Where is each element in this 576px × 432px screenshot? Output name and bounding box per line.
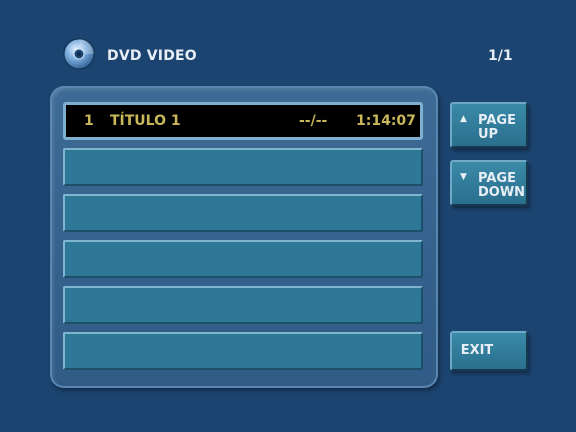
- title-row-2[interactable]: [63, 148, 423, 186]
- page-up-button[interactable]: ▲ PAGE UP: [450, 102, 528, 148]
- arrow-down-icon: ▼: [460, 172, 467, 182]
- page-down-button[interactable]: ▼ PAGE DOWN: [450, 160, 528, 206]
- dvd-disc-icon: [63, 38, 95, 70]
- title-chapter: --/--: [299, 113, 328, 129]
- page-up-label: PAGE UP: [478, 113, 516, 142]
- title-row-4[interactable]: [63, 240, 423, 278]
- page-down-label: PAGE DOWN: [478, 171, 526, 200]
- title-name: TÍTULO 1: [110, 113, 181, 129]
- title-row-5[interactable]: [63, 286, 423, 324]
- menu-title: DVD VIDEO: [107, 48, 197, 64]
- title-row-6[interactable]: [63, 332, 423, 370]
- page-indicator: 1/1: [488, 48, 513, 64]
- exit-label: EXIT: [460, 343, 494, 358]
- title-row-3[interactable]: [63, 194, 423, 232]
- exit-button[interactable]: EXIT: [450, 331, 528, 371]
- title-duration: 1:14:07: [356, 113, 416, 129]
- arrow-up-icon: ▲: [460, 114, 467, 124]
- title-number: 1: [84, 113, 94, 129]
- title-row-1[interactable]: 1 TÍTULO 1 --/-- 1:14:07: [63, 102, 423, 140]
